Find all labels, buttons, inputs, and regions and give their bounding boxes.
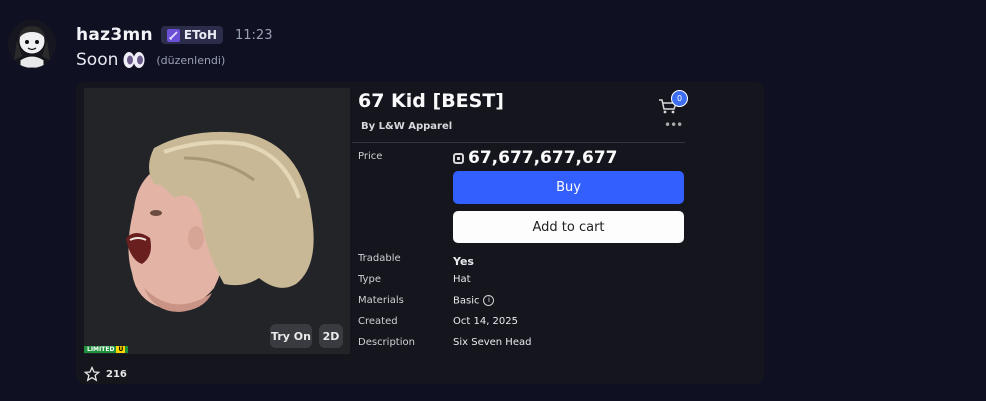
favorite-control[interactable]: 216 bbox=[84, 366, 127, 382]
detail-label-type: Type bbox=[358, 274, 381, 285]
detail-label-materials: Materials bbox=[358, 295, 404, 306]
message-header: haz3mn EToH 11:23 bbox=[76, 24, 272, 46]
role-tag[interactable]: EToH bbox=[160, 26, 223, 44]
detail-value-type: Hat bbox=[453, 274, 471, 285]
item-thumbnail[interactable] bbox=[84, 88, 350, 354]
cart-count-badge: 0 bbox=[671, 90, 688, 107]
detail-label-created: Created bbox=[358, 316, 398, 327]
user-avatar[interactable] bbox=[8, 20, 56, 68]
item-title: 67 Kid [BEST] bbox=[358, 90, 504, 112]
item-price: 67,677,677,677 bbox=[453, 148, 618, 168]
view-2d-button[interactable]: 2D bbox=[319, 324, 343, 348]
detail-label-tradable: Tradable bbox=[358, 253, 401, 264]
info-icon[interactable]: i bbox=[483, 295, 495, 306]
try-on-button[interactable]: Try On bbox=[270, 324, 312, 348]
price-value: 67,677,677,677 bbox=[468, 148, 618, 168]
limited-label: LIMITED bbox=[87, 346, 115, 353]
detail-value-created: Oct 14, 2025 bbox=[453, 316, 518, 327]
edited-label: (düzenlendi) bbox=[156, 53, 226, 67]
limited-badge: LIMITED U bbox=[84, 346, 129, 353]
message-content: Soon (düzenlendi) bbox=[76, 50, 225, 70]
favorite-count: 216 bbox=[106, 368, 127, 380]
header-divider bbox=[352, 142, 685, 143]
item-creator-link[interactable]: By L&W Apparel bbox=[361, 121, 452, 132]
materials-value: Basic bbox=[453, 295, 480, 307]
limited-u-label: U bbox=[116, 346, 126, 353]
message-timestamp: 11:23 bbox=[235, 27, 273, 43]
more-icon[interactable]: ••• bbox=[664, 118, 683, 132]
robux-icon bbox=[453, 152, 464, 164]
username[interactable]: haz3mn bbox=[76, 25, 153, 45]
add-to-cart-button[interactable]: Add to cart bbox=[453, 211, 684, 243]
sword-icon bbox=[166, 28, 180, 42]
detail-value-tradable: Yes bbox=[453, 255, 474, 268]
buy-button[interactable]: Buy bbox=[453, 171, 684, 204]
message-text: Soon bbox=[76, 50, 119, 70]
detail-label-description: Description bbox=[358, 337, 415, 348]
detail-value-description: Six Seven Head bbox=[453, 337, 532, 348]
star-icon[interactable] bbox=[84, 366, 100, 382]
role-tag-label: EToH bbox=[183, 28, 217, 42]
price-label: Price bbox=[358, 151, 383, 162]
eyes-emoji-icon bbox=[123, 52, 145, 68]
detail-value-materials: Basic i bbox=[453, 295, 495, 307]
